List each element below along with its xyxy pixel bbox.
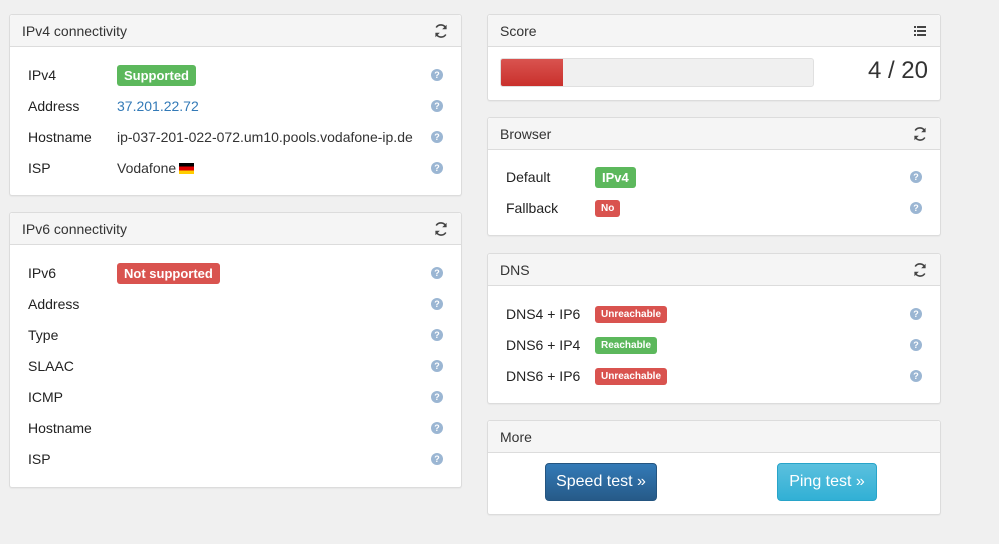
more-panel-header: More	[488, 421, 940, 453]
score-panel-header: Score	[488, 15, 940, 47]
dns-panel: DNS DNS4 + IP6 Unreachable ? DNS6 + IP4 …	[487, 253, 941, 404]
ipv4-isp-label: ISP	[28, 160, 51, 176]
score-value: 4 / 20	[867, 57, 928, 84]
list-icon[interactable]	[912, 23, 928, 39]
browser-panel-header: Browser	[488, 118, 940, 150]
ipv6-address-row: Address ?	[10, 294, 461, 314]
ipv6-label: IPv6	[28, 265, 57, 281]
dns-panel-header: DNS	[488, 254, 940, 286]
ipv4-isp-row: ISP Vodafone ?	[10, 158, 461, 178]
ipv4-supported-badge: Supported	[117, 64, 196, 86]
dns4-ip6-label: DNS4 + IP6	[506, 306, 581, 322]
ipv6-panel-header: IPv6 connectivity	[10, 213, 461, 245]
score-progress-fill	[501, 59, 564, 86]
score-progress-bar	[500, 58, 814, 87]
help-icon[interactable]: ?	[431, 267, 443, 279]
ipv6-row: IPv6 Not supported ?	[10, 262, 461, 284]
ipv6-type-label: Type	[28, 327, 59, 343]
ipv6-slaac-label: SLAAC	[28, 358, 74, 374]
ipv6-hostname-row: Hostname ?	[10, 418, 461, 438]
browser-fallback-label: Fallback	[506, 200, 559, 216]
dns4-ip6-badge: Unreachable	[595, 305, 668, 323]
help-icon[interactable]: ?	[431, 422, 443, 434]
ipv4-panel-title: IPv4 connectivity	[22, 22, 128, 39]
speed-test-button[interactable]: Speed test »	[545, 463, 657, 501]
browser-default-row: Default IPv4 ?	[488, 166, 940, 188]
help-icon[interactable]: ?	[431, 360, 443, 372]
dns4-ip6-row: DNS4 + IP6 Unreachable ?	[488, 304, 940, 324]
ipv4-panel: IPv4 connectivity IPv4 Supported ? Addre…	[9, 14, 462, 196]
ipv4-address-row: Address 37.201.22.72 ?	[10, 96, 461, 116]
ipv6-hostname-label: Hostname	[28, 420, 92, 436]
dns6-ip4-badge: Reachable	[595, 336, 658, 354]
help-icon[interactable]: ?	[431, 453, 443, 465]
help-icon[interactable]: ?	[910, 308, 922, 320]
help-icon[interactable]: ?	[910, 370, 922, 382]
ipv6-slaac-row: SLAAC ?	[10, 356, 461, 376]
help-icon[interactable]: ?	[431, 131, 443, 143]
refresh-icon[interactable]	[912, 262, 928, 278]
help-icon[interactable]: ?	[910, 171, 922, 183]
ipv6-type-row: Type ?	[10, 325, 461, 345]
help-icon[interactable]: ?	[910, 339, 922, 351]
browser-default-badge: IPv4	[595, 166, 636, 188]
help-icon[interactable]: ?	[910, 202, 922, 214]
ipv6-isp-row: ISP ?	[10, 449, 461, 469]
ipv6-isp-label: ISP	[28, 451, 51, 467]
dns6-ip6-row: DNS6 + IP6 Unreachable ?	[488, 366, 940, 386]
dns6-ip6-badge: Unreachable	[595, 367, 668, 385]
browser-fallback-badge: No	[595, 199, 621, 217]
ipv6-icmp-row: ICMP ?	[10, 387, 461, 407]
ping-test-button[interactable]: Ping test »	[777, 463, 877, 501]
refresh-icon[interactable]	[912, 126, 928, 142]
browser-panel-title: Browser	[500, 125, 552, 142]
browser-panel: Browser Default IPv4 ? Fallback No ?	[487, 117, 941, 236]
ipv6-panel-title: IPv6 connectivity	[22, 220, 128, 237]
refresh-icon[interactable]	[433, 221, 449, 237]
ipv4-row: IPv4 Supported ?	[10, 64, 461, 86]
refresh-icon[interactable]	[433, 23, 449, 39]
help-icon[interactable]: ?	[431, 69, 443, 81]
more-panel: More Speed test » Ping test »	[487, 420, 941, 515]
dns-panel-title: DNS	[500, 261, 530, 278]
ipv6-panel: IPv6 connectivity IPv6 Not supported ? A…	[9, 212, 462, 488]
help-icon[interactable]: ?	[431, 391, 443, 403]
ipv4-hostname-value: ip-037-201-022-072.um10.pools.vodafone-i…	[117, 129, 413, 145]
dns6-ip4-row: DNS6 + IP4 Reachable ?	[488, 335, 940, 355]
help-icon[interactable]: ?	[431, 100, 443, 112]
ipv6-not-supported-badge: Not supported	[117, 262, 220, 284]
more-panel-title: More	[500, 428, 532, 445]
help-icon[interactable]: ?	[431, 329, 443, 341]
score-panel: Score 4 / 20	[487, 14, 941, 101]
ipv6-address-label: Address	[28, 296, 80, 312]
ipv4-hostname-row: Hostname ip-037-201-022-072.um10.pools.v…	[10, 127, 461, 147]
ipv4-hostname-label: Hostname	[28, 129, 92, 145]
ipv4-label: IPv4	[28, 67, 57, 83]
dns6-ip4-label: DNS6 + IP4	[506, 337, 581, 353]
help-icon[interactable]: ?	[431, 298, 443, 310]
score-panel-title: Score	[500, 22, 537, 39]
ipv6-icmp-label: ICMP	[28, 389, 63, 405]
ipv4-address-link[interactable]: 37.201.22.72	[117, 98, 199, 114]
help-icon[interactable]: ?	[431, 162, 443, 174]
germany-flag-icon	[179, 162, 195, 174]
browser-fallback-row: Fallback No ?	[488, 198, 940, 218]
dns6-ip6-label: DNS6 + IP6	[506, 368, 581, 384]
browser-default-label: Default	[506, 169, 551, 185]
ipv4-panel-header: IPv4 connectivity	[10, 15, 461, 47]
ipv4-address-label: Address	[28, 98, 80, 114]
ipv4-isp-value: Vodafone	[117, 160, 177, 176]
